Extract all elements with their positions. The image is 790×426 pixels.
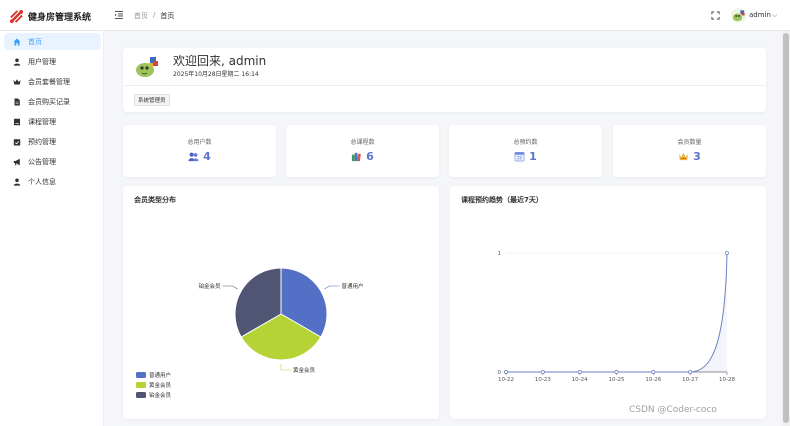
data-point[interactable] (725, 251, 729, 255)
book-icon (14, 118, 20, 125)
sidebar-item-courses[interactable]: 课程管理 (4, 113, 101, 130)
sidebar-item-label: 会员套餐管理 (28, 77, 70, 86)
legend-swatch (136, 382, 146, 388)
sidebar-item-label: 会员购买记录 (28, 97, 70, 106)
member-type-chart-card: 会员类型分布 普通用户 黄金会员 铂金会员 普通用户 黄金会员 铂金会员 (123, 186, 439, 419)
pie-label-line (222, 285, 238, 290)
breadcrumb-separator: / (153, 11, 156, 19)
top-header: 健身房管理系统 首页 / 首页 admin ⌵ (0, 0, 790, 31)
megaphone-icon (13, 158, 20, 166)
pie-label: 铂金会员 (198, 282, 221, 290)
sidebar-item-home[interactable]: 首页 (4, 33, 101, 50)
sidebar-item-label: 预约管理 (28, 137, 56, 146)
pie-label: 普通用户 (341, 282, 363, 290)
stat-label: 总预约数 (513, 139, 538, 146)
x-tick-label: 10-27 (682, 377, 698, 383)
sidebar-item-plans[interactable]: 会员套餐管理 (4, 73, 101, 90)
welcome-title: 欢迎回来, admin (173, 54, 267, 68)
welcome-card: 欢迎回来, admin 2025年10月28日星期二 16:14 系统管理员 (123, 48, 766, 112)
legend-label: 黄金会员 (149, 381, 172, 389)
user-name[interactable]: admin (749, 11, 771, 19)
area-fill (506, 253, 727, 372)
y-tick-label: 1 (498, 251, 502, 257)
stat-value: 3 (693, 150, 701, 163)
users-emoji-icon (188, 152, 199, 162)
fullscreen-icon[interactable] (711, 11, 720, 20)
pie-label: 黄金会员 (293, 366, 316, 374)
data-point[interactable] (614, 370, 619, 374)
stat-card-users: 总用户数 4 (123, 125, 276, 177)
menu-fold-icon[interactable] (114, 10, 124, 20)
sidebar-item-purchases[interactable]: 会员购买记录 (4, 93, 101, 110)
calendar-check-icon (13, 138, 21, 145)
data-point[interactable] (577, 370, 582, 374)
sidebar-item-profile[interactable]: 个人信息 (4, 173, 101, 190)
pie-label-line (280, 364, 291, 371)
document-icon (14, 98, 20, 105)
data-point[interactable] (651, 370, 656, 374)
x-tick-label: 10-22 (498, 377, 514, 383)
scrollbar-thumb[interactable] (783, 33, 789, 423)
breadcrumb-current: 首页 (160, 12, 175, 20)
sidebar-item-users[interactable]: 用户管理 (4, 53, 101, 70)
sidebar-item-label: 首页 (28, 37, 42, 46)
app-title: 健身房管理系统 (28, 13, 92, 23)
y-tick-label: 0 (498, 370, 502, 376)
stat-label: 总课程数 (350, 139, 375, 146)
sidebar: 首页 用户管理 会员套餐管理 会员购买记录 课程管理 预约管理 公告管理 个人信… (0, 31, 104, 426)
role-tag: 系统管理员 (134, 94, 170, 106)
data-point[interactable] (504, 370, 508, 374)
calendar-emoji-icon (514, 152, 525, 162)
user-icon (13, 58, 21, 66)
books-emoji-icon (352, 152, 362, 162)
pie-label-line (324, 285, 340, 290)
x-tick-label: 10-23 (535, 377, 551, 383)
divider (123, 85, 766, 86)
stat-card-bookings: 总预约数 1 (449, 125, 602, 177)
crown-icon (13, 78, 21, 84)
sidebar-item-label: 公告管理 (28, 157, 56, 166)
x-tick-label: 10-28 (719, 377, 735, 383)
app-logo-icon (9, 9, 24, 24)
stat-value: 6 (366, 150, 374, 163)
watermark: CSDN @Coder-coco (629, 405, 717, 415)
chevron-down-icon[interactable]: ⌵ (772, 11, 777, 20)
stat-value: 1 (529, 150, 537, 163)
sidebar-item-label: 课程管理 (28, 117, 56, 126)
person-icon (13, 178, 21, 186)
stat-card-courses: 总课程数 6 (286, 125, 439, 177)
x-tick-label: 10-25 (609, 377, 625, 383)
booking-trend-chart-card: 课程预约趋势（最近7天） 0 1 10-22 10-23 10-24 10-25 10-26… (450, 186, 766, 419)
home-icon (13, 38, 21, 45)
breadcrumb-home[interactable]: 首页 (134, 11, 148, 21)
legend-swatch (136, 372, 146, 378)
data-point[interactable] (540, 370, 545, 374)
stat-card-members: 会员数量 3 (613, 125, 766, 177)
current-datetime: 2025年10月28日星期二 16:14 (173, 71, 259, 78)
pie-chart[interactable]: 普通用户黄金会员铂金会员普通用户黄金会员铂金会员 (123, 186, 439, 419)
stat-label: 总用户数 (187, 139, 212, 146)
stat-value: 4 (203, 150, 211, 163)
sidebar-item-notices[interactable]: 公告管理 (4, 153, 101, 170)
line-chart[interactable]: 0 1 10-22 10-23 10-24 10-25 10-26 10-27 10-28 (450, 186, 766, 419)
legend-label: 普通用户 (149, 371, 171, 379)
stat-label: 会员数量 (677, 139, 702, 146)
series-line (506, 252, 728, 373)
sidebar-item-label: 个人信息 (28, 177, 56, 186)
breadcrumb: 首页 / 首页 (134, 11, 174, 21)
legend-swatch (136, 392, 146, 398)
admin-avatar-icon (134, 53, 160, 79)
crown-emoji-icon (679, 152, 689, 161)
data-point[interactable] (688, 370, 693, 374)
x-tick-label: 10-26 (645, 377, 661, 383)
user-avatar-icon[interactable] (731, 8, 746, 23)
x-tick-label: 10-24 (572, 377, 588, 383)
sidebar-item-label: 用户管理 (28, 57, 56, 66)
legend-label: 铂金会员 (149, 391, 172, 399)
sidebar-item-bookings[interactable]: 预约管理 (4, 133, 101, 150)
